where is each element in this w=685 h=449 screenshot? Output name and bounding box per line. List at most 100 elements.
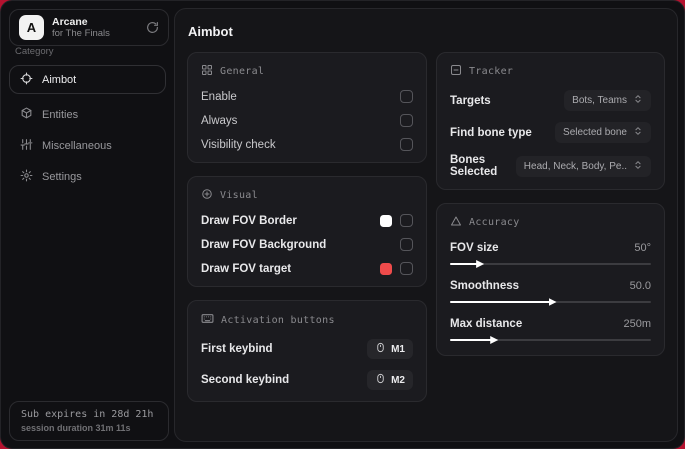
- setting-label: FOV size: [450, 242, 499, 254]
- draw-fov-border-checkbox[interactable]: [400, 214, 413, 227]
- setting-label: Draw FOV target: [201, 262, 292, 275]
- sliders-icon: [20, 138, 33, 154]
- fov-size-slider[interactable]: [450, 259, 651, 268]
- card-title: Accuracy: [469, 217, 520, 228]
- keyboard-icon: [201, 312, 214, 328]
- setting-row: Bones Selected Head, Neck, Body, Pe..: [450, 154, 651, 178]
- main-panel: Aimbot General Enable Always Visibility …: [174, 8, 678, 442]
- gear-icon: [20, 169, 33, 185]
- setting-label: First keybind: [201, 343, 273, 355]
- dropdown-value: Head, Neck, Body, Pe..: [523, 160, 627, 172]
- setting-row: Always: [201, 114, 413, 127]
- find-bone-type-dropdown[interactable]: Selected bone: [555, 122, 651, 143]
- chevron-up-down-icon: [633, 160, 643, 173]
- sidebar-item-label: Settings: [42, 170, 82, 183]
- app-header: A Arcane for The Finals: [9, 9, 169, 46]
- fov-size-value: 50°: [634, 242, 651, 254]
- dropdown-value: Selected bone: [563, 127, 627, 138]
- setting-row: FOV size 50°: [450, 242, 651, 268]
- crosshair-icon: [20, 72, 33, 88]
- setting-label: Draw FOV Border: [201, 214, 297, 227]
- sidebar-item-entities[interactable]: Entities: [9, 100, 166, 129]
- first-keybind-button[interactable]: M1: [367, 339, 413, 359]
- setting-label: Visibility check: [201, 138, 276, 151]
- draw-fov-target-checkbox[interactable]: [400, 262, 413, 275]
- app-subtitle: for The Finals: [52, 28, 110, 40]
- sidebar-item-label: Miscellaneous: [42, 139, 112, 152]
- app-name: Arcane: [52, 15, 88, 28]
- card-title: Tracker: [469, 66, 514, 77]
- card-visual: Visual Draw FOV Border Draw FOV Backgrou…: [187, 176, 427, 287]
- smoothness-slider[interactable]: [450, 297, 651, 306]
- subscription-status: Sub expires in 28d 21h session duration …: [9, 401, 169, 441]
- max-distance-slider[interactable]: [450, 335, 651, 344]
- draw-fov-background-checkbox[interactable]: [400, 238, 413, 251]
- setting-row: Max distance 250m: [450, 318, 651, 344]
- setting-label: Max distance: [450, 318, 523, 330]
- mouse-icon: [375, 342, 386, 356]
- slider-knob[interactable]: [548, 298, 557, 306]
- chevron-up-down-icon: [633, 126, 643, 139]
- fov-target-color-swatch[interactable]: [380, 262, 392, 275]
- session-duration-text: session duration 31m 11s: [21, 423, 131, 433]
- card-general: General Enable Always Visibility check: [187, 52, 427, 163]
- setting-row: Visibility check: [201, 138, 413, 151]
- setting-row: Draw FOV Background: [201, 238, 413, 251]
- setting-label: Always: [201, 114, 238, 127]
- keybind-value: M1: [391, 343, 405, 355]
- sidebar-item-miscellaneous[interactable]: Miscellaneous: [9, 131, 166, 160]
- setting-label: Find bone type: [450, 126, 532, 139]
- second-keybind-button[interactable]: M2: [367, 370, 413, 390]
- card-title: Activation buttons: [221, 314, 335, 326]
- sidebar-item-settings[interactable]: Settings: [9, 162, 166, 191]
- sidebar-item-label: Aimbot: [42, 73, 77, 86]
- slider-knob[interactable]: [490, 336, 499, 344]
- setting-row: Smoothness 50.0: [450, 280, 651, 306]
- targets-dropdown[interactable]: Bots, Teams: [564, 90, 651, 111]
- card-activation-buttons: Activation buttons First keybind M1 Seco…: [187, 300, 427, 402]
- page-title: Aimbot: [188, 24, 233, 39]
- setting-row: Draw FOV target: [201, 262, 413, 275]
- setting-row: Draw FOV Border: [201, 214, 413, 227]
- setting-row: Enable: [201, 90, 413, 103]
- setting-row: First keybind M1: [201, 339, 413, 359]
- setting-label: Smoothness: [450, 280, 520, 292]
- setting-row: Find bone type Selected bone: [450, 122, 651, 143]
- keybind-value: M2: [391, 374, 405, 386]
- box-minus-icon: [450, 64, 462, 79]
- sub-expiry-text: Sub expires in 28d 21h: [21, 409, 154, 420]
- mouse-icon: [375, 373, 386, 387]
- setting-row: Second keybind M2: [201, 370, 413, 390]
- setting-label: Bones Selected: [450, 154, 498, 178]
- category-label: Category: [15, 46, 54, 57]
- app-window: A Arcane for The Finals Category Aimbot …: [0, 0, 685, 449]
- sidebar-item-label: Entities: [42, 108, 79, 121]
- card-tracker: Tracker Targets Bots, Teams Find bone ty…: [436, 52, 665, 190]
- setting-label: Targets: [450, 94, 491, 107]
- sidebar: A Arcane for The Finals Category Aimbot …: [1, 1, 174, 448]
- entities-icon: [20, 107, 33, 123]
- dropdown-value: Bots, Teams: [572, 95, 627, 106]
- enable-checkbox[interactable]: [400, 90, 413, 103]
- slider-knob[interactable]: [476, 260, 485, 268]
- sidebar-item-aimbot[interactable]: Aimbot: [9, 65, 166, 94]
- circle-plus-icon: [201, 188, 213, 203]
- card-accuracy: Accuracy FOV size 50° Smoothness 50.0 Ma…: [436, 203, 665, 356]
- setting-label: Second keybind: [201, 374, 290, 386]
- setting-row: Targets Bots, Teams: [450, 90, 651, 111]
- grid-icon: [201, 64, 213, 79]
- sync-icon[interactable]: [146, 21, 159, 34]
- chevron-up-down-icon: [633, 94, 643, 107]
- smoothness-value: 50.0: [629, 280, 651, 292]
- card-title: General: [220, 66, 265, 77]
- max-distance-value: 250m: [623, 318, 651, 330]
- app-logo: A: [19, 15, 44, 40]
- visibility-check-checkbox[interactable]: [400, 138, 413, 151]
- setting-label: Enable: [201, 90, 237, 103]
- fov-border-color-swatch[interactable]: [380, 214, 392, 227]
- always-checkbox[interactable]: [400, 114, 413, 127]
- card-title: Visual: [220, 190, 258, 201]
- sidebar-nav: Aimbot Entities Miscellaneous Settings: [1, 65, 174, 193]
- setting-label: Draw FOV Background: [201, 238, 327, 251]
- bones-selected-dropdown[interactable]: Head, Neck, Body, Pe..: [515, 155, 651, 177]
